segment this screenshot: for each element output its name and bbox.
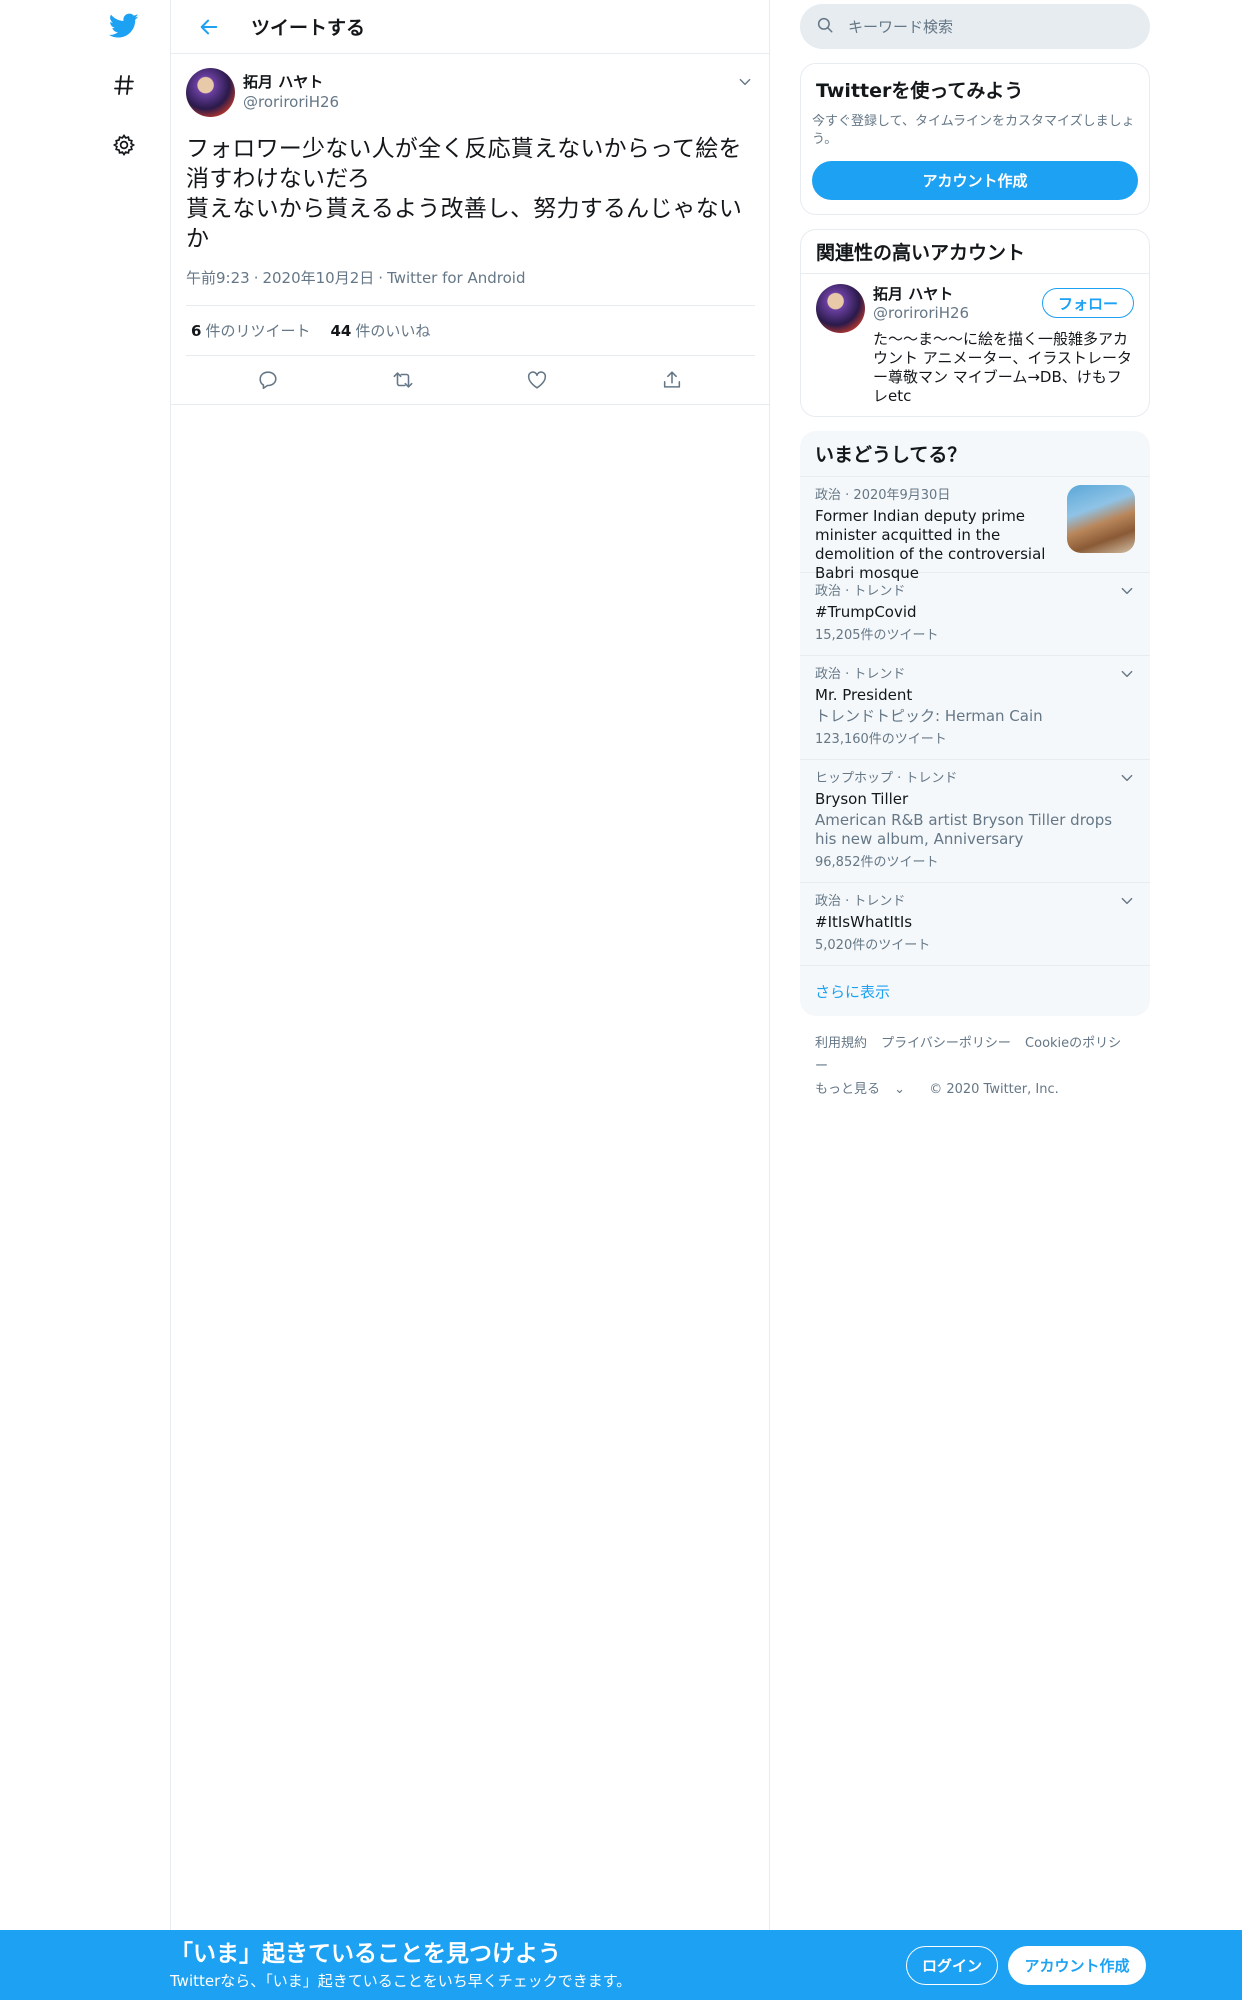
signup-title: Twitterを使ってみよう [816, 80, 1024, 102]
signup-button[interactable]: アカウント作成 [1008, 1946, 1146, 1985]
privacy-link[interactable]: プライバシーポリシー [881, 1036, 1011, 1051]
tweet-date[interactable]: 2020年10月2日 [262, 269, 374, 287]
show-more-link[interactable]: さらに表示 [800, 966, 1150, 1016]
like-label: 件のいいね [355, 322, 431, 340]
tweet-stats: 6 件のリツイート 44 件のいいね [186, 306, 755, 356]
news-thumbnail [1067, 485, 1135, 553]
bottom-bar-title: 「いま」起きていることを見つけよう [170, 1941, 561, 1967]
retweet-count: 6 [191, 322, 202, 340]
news-item[interactable]: 政治 · 2020年9月30日 Former Indian deputy pri… [800, 477, 1150, 582]
signup-card: Twitterを使ってみよう 今すぐ登録して、タイムラインをカスタマイズしましょ… [800, 63, 1150, 215]
signup-description: 今すぐ登録して、タイムラインをカスタマイズしましょう。 [812, 114, 1135, 147]
tweet-actions [171, 356, 769, 405]
chevron-down-icon[interactable] [1119, 666, 1135, 682]
search-box[interactable] [800, 4, 1150, 49]
trend-category: ヒップホップ · トレンド [815, 771, 958, 786]
back-arrow-icon[interactable] [189, 7, 229, 47]
author-avatar[interactable] [186, 67, 235, 117]
related-bio: た～～ま～～に絵を描く一般雑多アカウント アニメーター、イラストレーター尊敬マン… [873, 330, 1133, 405]
trend-name: #ItIsWhatItIs [815, 913, 913, 931]
chevron-down-icon: ⌄ [894, 1082, 906, 1097]
right-sidebar: Twitterを使ってみよう 今すぐ登録して、タイムラインをカスタマイズしましょ… [800, 0, 1150, 1101]
more-link[interactable]: もっと見る ⌄ [815, 1082, 915, 1097]
like-count-link[interactable]: 44 件のいいね [330, 320, 430, 341]
trend-name: Mr. President [815, 686, 913, 704]
trend-count: 5,020件のツイート [815, 938, 931, 953]
trend-category: 政治 · トレンド [815, 584, 906, 599]
like-heart-icon[interactable] [519, 362, 555, 398]
author-name[interactable]: 拓月 ハヤト [243, 72, 339, 92]
news-category: 政治 [815, 488, 842, 503]
trend-subtitle: トレンドトピック: Herman Cain [815, 707, 1043, 725]
terms-link[interactable]: 利用規約 [815, 1036, 867, 1051]
chevron-down-icon[interactable] [735, 72, 755, 92]
login-button[interactable]: ログイン [906, 1946, 998, 1985]
trend-count: 15,205件のツイート [815, 628, 939, 643]
hashtag-icon[interactable] [108, 69, 140, 101]
related-title: 関連性の高いアカウント [801, 230, 1149, 274]
tweet-source[interactable]: Twitter for Android [387, 269, 525, 287]
chevron-down-icon[interactable] [1119, 583, 1135, 599]
trend-name: #TrumpCovid [815, 603, 917, 621]
related-avatar[interactable] [816, 284, 865, 333]
create-account-button[interactable]: アカウント作成 [812, 161, 1138, 200]
tweet-detail: 拓月 ハヤト @roriroriH26 フォロワー少ない人が全く反応貰えないから… [171, 54, 769, 405]
news-date: 2020年9月30日 [853, 488, 951, 503]
share-icon[interactable] [654, 362, 690, 398]
news-headline: Former Indian deputy prime minister acqu… [815, 507, 1046, 582]
trend-item[interactable]: 政治 · トレンド #TrumpCovid 15,205件のツイート [800, 573, 1150, 656]
chevron-down-icon[interactable] [1119, 893, 1135, 909]
related-account[interactable]: 拓月 ハヤト @roriroriH26 た～～ま～～に絵を描く一般雑多アカウント… [801, 274, 1149, 416]
retweet-count-link[interactable]: 6 件のリツイート [191, 320, 310, 341]
tweet-author[interactable]: 拓月 ハヤト @roriroriH26 [186, 64, 755, 120]
retweet-label: 件のリツイート [205, 322, 311, 340]
tweet-text: フォロワー少ない人が全く反応貰えないからって絵を消すわけないだろ 貰えないから貰… [186, 136, 743, 252]
trends-title: いまどうしてる？ [800, 431, 1150, 477]
tweet-time[interactable]: 午前9:23 [186, 269, 250, 287]
trend-category: 政治 · トレンド [815, 894, 906, 909]
bottom-signup-bar: 「いま」起きていることを見つけよう Twitterなら、「いま」起きていることを… [0, 1930, 1242, 2000]
trend-item[interactable]: 政治 · トレンド #ItIsWhatItIs 5,020件のツイート [800, 883, 1150, 966]
settings-gear-icon[interactable] [108, 129, 140, 161]
trend-count: 96,852件のツイート [815, 855, 939, 870]
search-input[interactable] [848, 17, 1128, 36]
main-column: ツイートする 拓月 ハヤト @roriroriH26 フォロワー少ない人が全く反… [170, 0, 770, 1930]
trends-card: いまどうしてる？ 政治 · 2020年9月30日 Former Indian d… [800, 431, 1150, 1016]
copyright: © 2020 Twitter, Inc. [929, 1082, 1059, 1097]
more-label: もっと見る [815, 1082, 881, 1097]
trend-name: Bryson Tiller [815, 790, 909, 808]
tweet-meta: 午前9:23 · 2020年10月2日 · Twitter for Android [186, 266, 755, 306]
bottom-bar-subtitle: Twitterなら、「いま」起きていることをいち早くチェックできます。 [170, 1972, 632, 1990]
author-handle[interactable]: @roriroriH26 [243, 92, 339, 112]
related-accounts-card: 関連性の高いアカウント 拓月 ハヤト @roriroriH26 た～～ま～～に絵… [800, 229, 1150, 417]
reply-icon[interactable] [250, 362, 286, 398]
page-title: ツイートする [251, 17, 366, 39]
trend-category: 政治 · トレンド [815, 667, 906, 682]
chevron-down-icon[interactable] [1119, 770, 1135, 786]
trend-item[interactable]: ヒップホップ · トレンド Bryson Tiller American R&B… [800, 760, 1150, 883]
twitter-logo-icon[interactable] [108, 10, 140, 42]
follow-button[interactable]: フォロー [1042, 288, 1134, 318]
page-header: ツイートする [171, 0, 769, 54]
trend-count: 123,160件のツイート [815, 732, 947, 747]
trend-item[interactable]: 政治 · トレンド Mr. President トレンドトピック: Herman… [800, 656, 1150, 760]
footer: 利用規約 プライバシーポリシー Cookieのポリシー もっと見る ⌄ © 20… [800, 1016, 1150, 1101]
retweet-icon[interactable] [385, 362, 421, 398]
trend-subtitle: American R&B artist Bryson Tiller drops … [815, 811, 1113, 848]
search-icon [816, 16, 834, 38]
like-count: 44 [330, 322, 352, 340]
